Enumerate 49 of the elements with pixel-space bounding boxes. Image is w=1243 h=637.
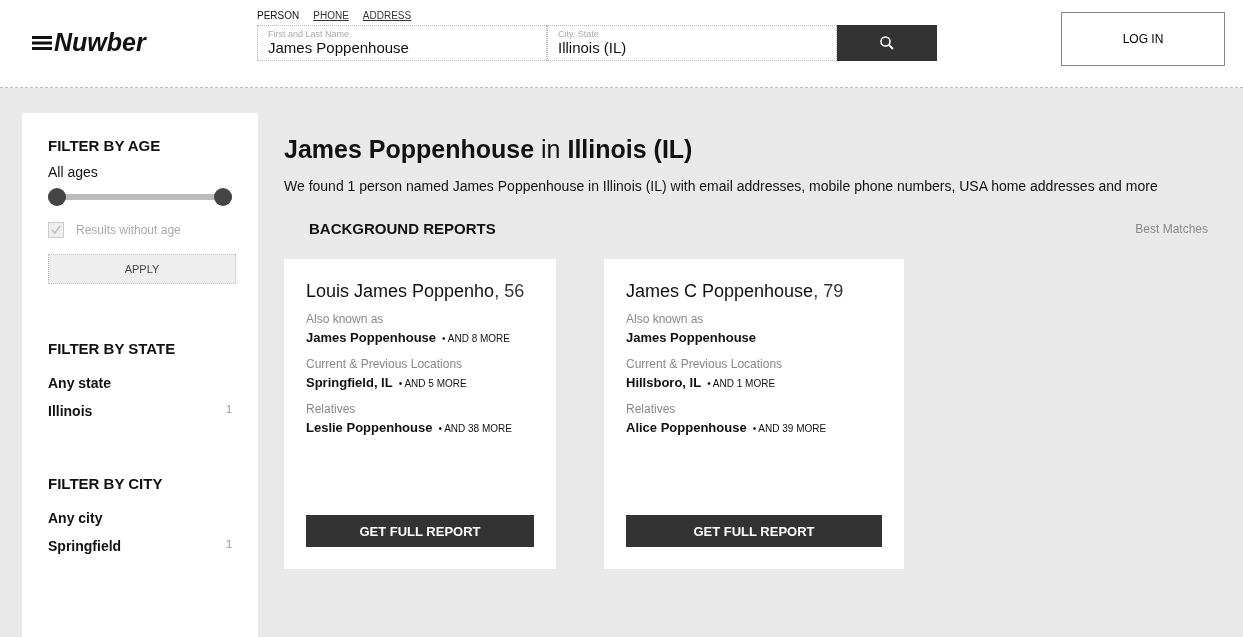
person-name[interactable]: James C Poppenhouse xyxy=(626,281,814,301)
field-value: James Poppenhouse xyxy=(626,330,757,345)
filter-option[interactable]: Any state xyxy=(48,375,112,391)
report-button[interactable]: GET FULL REPORT xyxy=(626,515,882,547)
field-value: Leslie Poppenhouse xyxy=(306,420,433,435)
field-label: Current & Previous Locations xyxy=(626,357,784,371)
filter-title: FILTER BY STATE xyxy=(48,340,177,357)
age-slider[interactable] xyxy=(48,188,232,206)
person-name[interactable]: Louis James Poppenho xyxy=(306,281,495,301)
result-count: 1 xyxy=(225,538,232,552)
filter-title: FILTER BY AGE xyxy=(48,137,162,154)
logo-icon xyxy=(32,35,52,50)
report-button[interactable]: GET FULL REPORT xyxy=(306,515,534,547)
search-tab[interactable]: PHONE xyxy=(313,10,349,21)
field-value: James Poppenhouse xyxy=(306,330,437,345)
more-count: • AND 38 MORE xyxy=(438,423,512,434)
field-value: Alice Poppenhouse xyxy=(626,420,747,435)
person-age: , 56 xyxy=(494,281,525,301)
filter-title: FILTER BY CITY xyxy=(48,475,164,492)
field-label: Relatives xyxy=(306,402,357,416)
result-count: 1 xyxy=(225,403,232,417)
logo-text[interactable]: Nuwber xyxy=(54,28,146,57)
more-count: • AND 1 MORE xyxy=(707,378,776,389)
field-label: Also known as xyxy=(306,312,385,326)
page-heading: James Poppenhouse in Illinois (IL) xyxy=(284,135,694,164)
section-title: BACKGROUND REPORTS xyxy=(309,220,496,237)
checkbox-label: Results without age xyxy=(76,223,181,237)
field-value: Springfield, IL xyxy=(306,375,393,390)
person-age: , 79 xyxy=(813,281,844,301)
more-count: • AND 5 MORE xyxy=(398,378,467,389)
field-label: Relatives xyxy=(626,402,677,416)
field-label: Also known as xyxy=(626,312,705,326)
field-value: Hillsboro, IL xyxy=(626,375,702,390)
summary-text: We found 1 person named James Poppenhouse in Illinois (IL) with email addresses, mobile phone numbers, USA home addresses and more xyxy=(284,177,1159,196)
filter-option[interactable]: Springfield xyxy=(48,538,122,554)
search-tab[interactable]: ADDRESS xyxy=(362,10,412,21)
field-label: Current & Previous Locations xyxy=(306,357,464,371)
search-button[interactable] xyxy=(837,25,937,61)
search-field[interactable]: First and Last Name James Poppenhouse xyxy=(257,25,547,61)
filter-option[interactable]: Illinois xyxy=(48,403,93,419)
filter-option[interactable]: Any city xyxy=(48,510,103,526)
more-count: • AND 39 MORE xyxy=(752,423,827,434)
search-field[interactable]: City, State Illinois (IL) xyxy=(547,25,837,61)
age-label: All ages xyxy=(48,164,99,180)
apply-button[interactable]: APPLY xyxy=(48,254,236,284)
login-button[interactable]: LOG IN xyxy=(1061,12,1225,66)
search-tab[interactable]: PERSON xyxy=(257,10,300,21)
search-icon xyxy=(879,35,895,51)
more-count: • AND 8 MORE xyxy=(442,333,510,344)
